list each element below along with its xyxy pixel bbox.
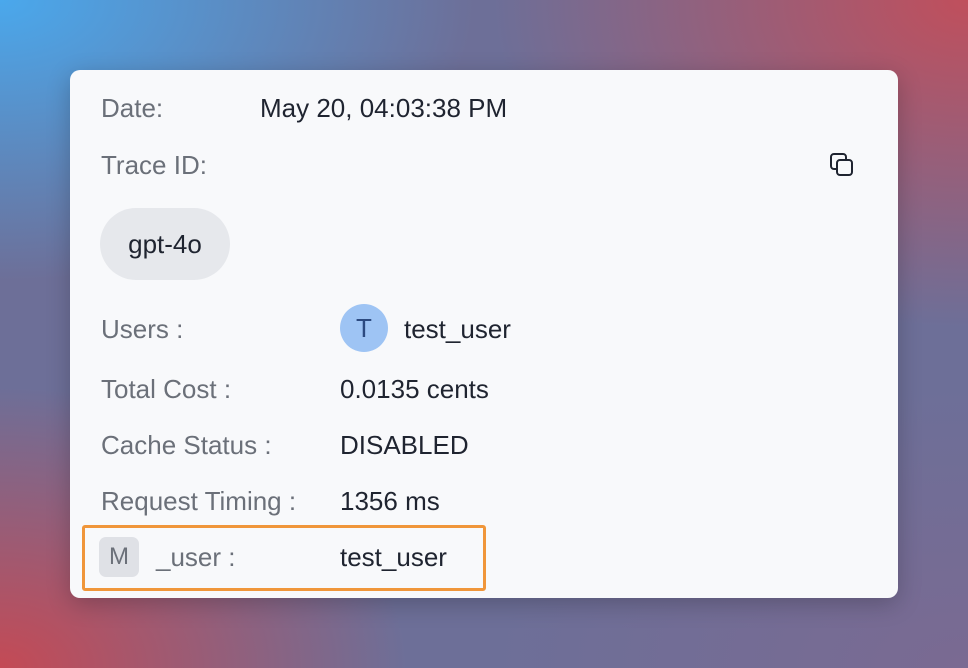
request-timing-label: Request Timing : — [101, 486, 297, 516]
trace-id-label: Trace ID: — [101, 150, 207, 180]
model-badge: gpt-4o — [100, 208, 230, 280]
total-cost-label: Total Cost : — [101, 374, 232, 404]
user-name[interactable]: test_user — [404, 314, 511, 344]
request-timing-value: 1356 ms — [340, 486, 440, 516]
copy-icon[interactable] — [828, 151, 856, 179]
user-avatar[interactable]: T — [340, 304, 388, 352]
copy-icon-svg — [830, 153, 853, 176]
metadata-value: test_user — [340, 542, 447, 572]
metadata-key-label: _user : — [156, 542, 236, 572]
date-label: Date: — [101, 93, 164, 123]
cache-status-value: DISABLED — [340, 430, 469, 460]
request-details-card: Date: May 20, 04:03:38 PM Trace ID: gpt-… — [70, 70, 898, 598]
cache-status-label: Cache Status : — [101, 430, 272, 460]
total-cost-value: 0.0135 cents — [340, 374, 489, 404]
date-value: May 20, 04:03:38 PM — [260, 93, 508, 123]
users-label: Users : — [101, 314, 184, 344]
metadata-badge: M — [99, 537, 139, 577]
